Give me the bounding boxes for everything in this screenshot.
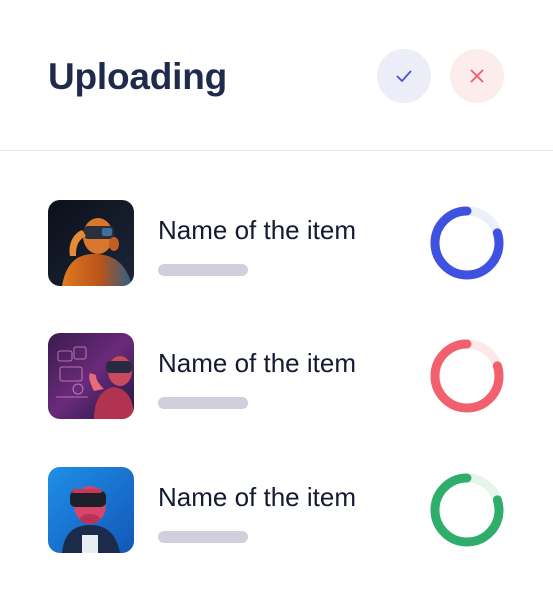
check-icon <box>396 70 412 82</box>
item-progress-placeholder <box>158 264 248 276</box>
item-thumbnail <box>48 333 134 419</box>
progress-ring <box>428 471 506 549</box>
item-thumbnail <box>48 467 134 553</box>
item-name: Name of the item <box>158 348 356 378</box>
progress-ring <box>428 204 506 282</box>
item-thumbnail <box>48 200 134 286</box>
progress-ring <box>428 337 506 415</box>
header: Uploading <box>0 0 553 151</box>
list-item[interactable]: Name of the item <box>0 333 553 423</box>
list-item[interactable]: Name of the item <box>0 467 553 557</box>
list-item[interactable]: Name of the item <box>0 200 553 290</box>
cancel-button[interactable] <box>450 49 504 103</box>
item-progress-placeholder <box>158 531 248 543</box>
item-progress-placeholder <box>158 397 248 409</box>
item-name: Name of the item <box>158 482 356 512</box>
close-icon <box>470 69 484 83</box>
page-title: Uploading <box>48 56 228 97</box>
confirm-button[interactable] <box>377 49 431 103</box>
item-name: Name of the item <box>158 215 356 245</box>
